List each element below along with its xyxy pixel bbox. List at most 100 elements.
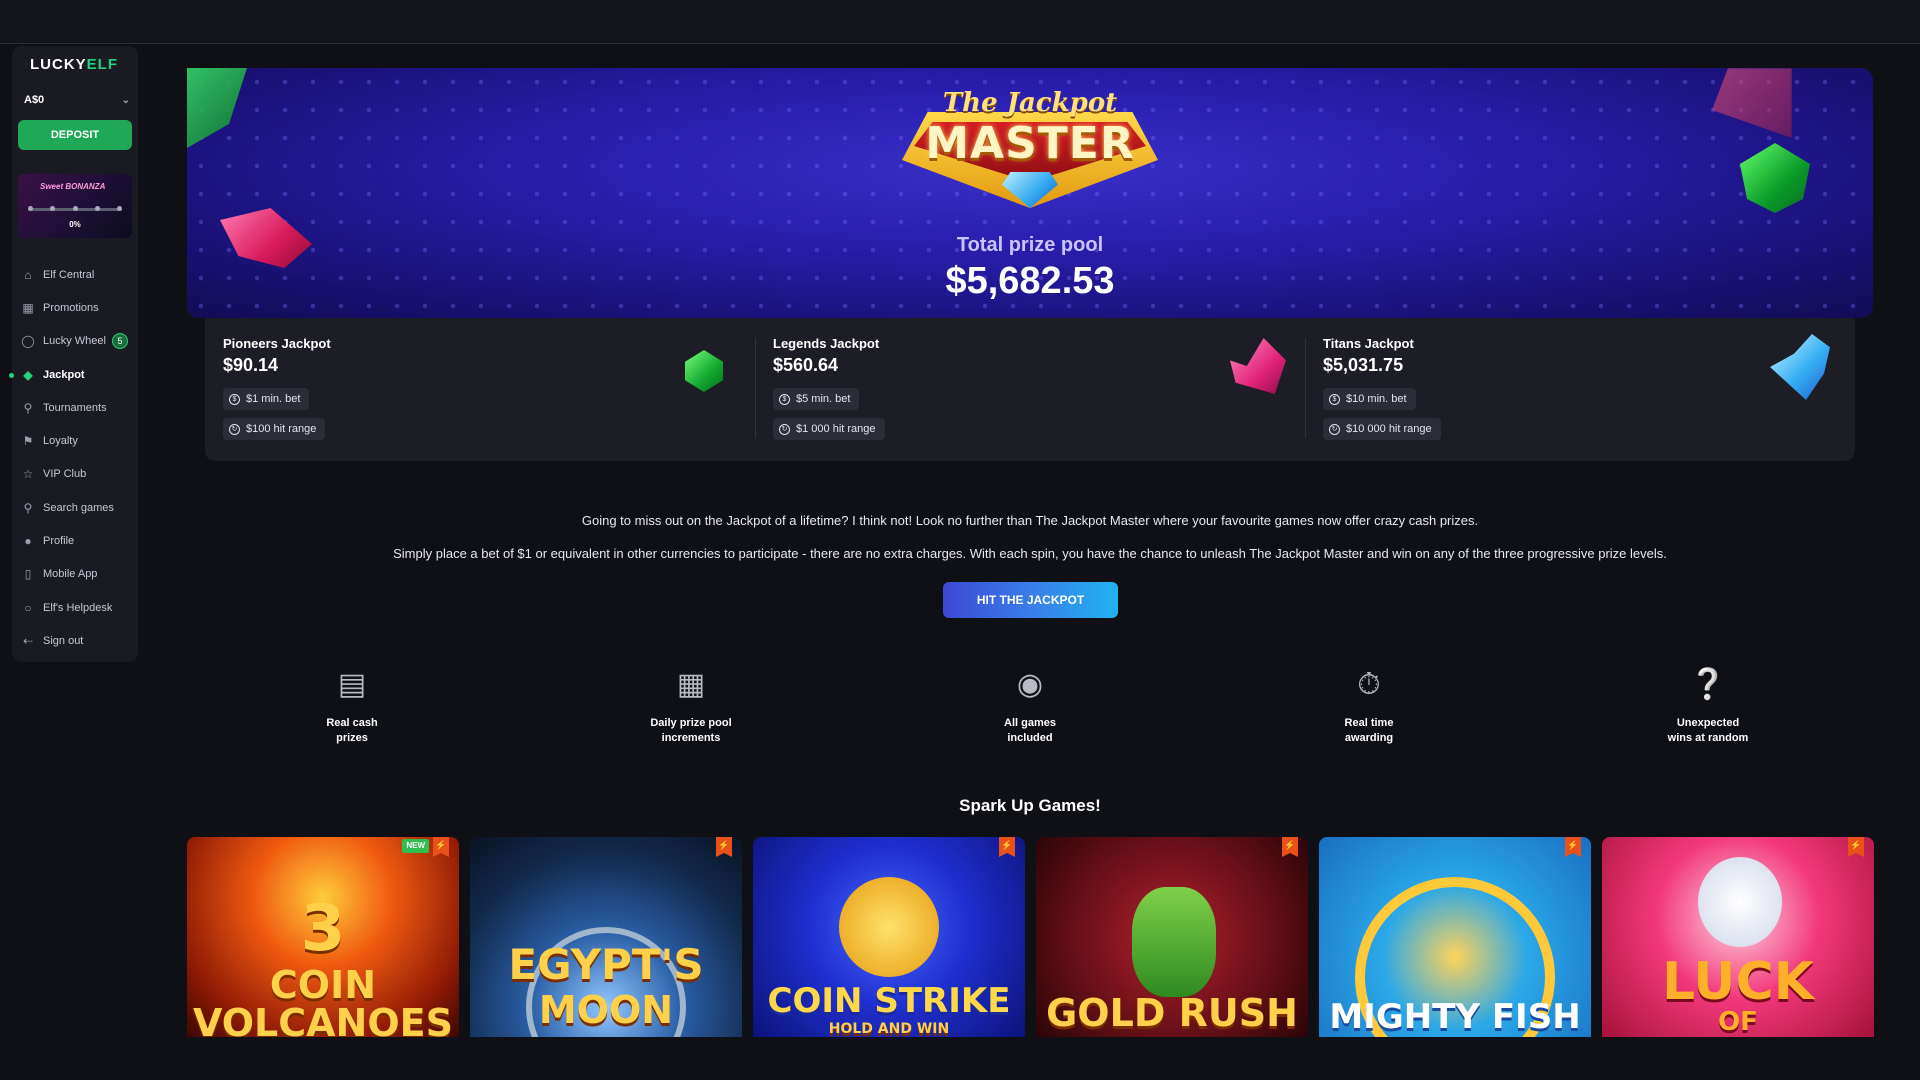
lucky-wheel-badge: 5 (111, 333, 128, 350)
sidebar-item-label: Elf Central (43, 268, 95, 281)
wheel-icon: ◯ (21, 334, 35, 349)
sidebar-item-label: Jackpot (43, 368, 85, 381)
coin-icon: $ (229, 393, 240, 405)
tier-name: Titans Jackpot (1323, 336, 1414, 351)
game-title-line: GOLD RUSH (1046, 991, 1298, 1035)
logo-elf: ELF (86, 56, 119, 73)
game-tile-mighty-fish[interactable]: MIGHTY FISH ⚡ (1319, 837, 1591, 1037)
lightning-flag-icon: ⚡ (1565, 837, 1581, 857)
sidebar-item-promotions[interactable]: ▦ Promotions (12, 291, 138, 324)
gift-box-icon: ▦ (676, 668, 706, 701)
sidebar-item-helpdesk[interactable]: ○ Elf's Helpdesk (12, 591, 138, 624)
sidebar-item-elf-central[interactable]: ⌂ Elf Central (12, 258, 138, 291)
balance-value: A$0 (24, 94, 45, 106)
feature-label: All games included (1004, 717, 1056, 744)
jackpot-tiers: Pioneers Jackpot $90.14 $ $1 min. bet ↻ $1… (205, 318, 1855, 461)
hit-range-chip: ↻ $100 hit range (223, 418, 326, 440)
description-line-1: Going to miss out on the Jackpot of a li… (581, 513, 1479, 528)
game-tile-coin-strike[interactable]: COIN STRIKE HOLD AND WIN ⚡ (753, 837, 1025, 1037)
top-bar (0, 0, 1920, 44)
sidebar-item-mobile-app[interactable]: ▯ Mobile App (12, 558, 138, 591)
game-tile-3-coin-volcanoes[interactable]: 3 COIN VOLCANOES NEW ⚡ (187, 837, 459, 1037)
promo-progress-steps (28, 206, 122, 211)
sidebar-item-label: Loyalty (43, 435, 78, 448)
sidebar-item-label: Elf's Helpdesk (43, 601, 113, 614)
tier-name: Legends Jackpot (773, 336, 880, 351)
promo-progress-text: 0% (69, 220, 81, 229)
tier-value: $90.14 (223, 355, 279, 375)
prize-pool-label: Total prize pool (956, 234, 1104, 256)
game-title-line: VOLCANOES (193, 1001, 453, 1037)
feature-real-cash: ▤ Real cash prizes (272, 668, 432, 746)
feature-real-time: ⏱ Real time awarding (1289, 668, 1449, 746)
cactus-character (1132, 887, 1216, 997)
games-section-title: Spark Up Games! (959, 796, 1101, 815)
promo-card[interactable]: Sweet BONANZA 0% (18, 174, 132, 238)
feature-all-games: ◉ All games included (950, 668, 1110, 746)
coin-icon: $ (779, 393, 790, 405)
deposit-button[interactable]: DEPOSIT (18, 120, 132, 150)
sidebar-item-label: Tournaments (43, 401, 107, 414)
sidebar: LUCKYELF A$0 ⌄ DEPOSIT Sweet BONANZA 0% … (9, 46, 138, 662)
sidebar-item-label: Mobile App (43, 568, 98, 581)
feature-daily-increments: ▦ Daily prize pool increments (611, 668, 771, 746)
sidebar-item-search-games[interactable]: ⚲ Search games (12, 491, 138, 524)
mystery-box-icon: ❔ (1689, 668, 1727, 701)
feature-label: Daily prize pool increments (650, 717, 732, 744)
game-subtitle: HOLD AND WIN (828, 1021, 950, 1037)
cash-icon: ▤ (337, 668, 367, 701)
tier-value: $560.64 (773, 355, 839, 375)
logo-word-text: MASTER (925, 118, 1135, 169)
gamepad-icon: ◉ (1016, 668, 1044, 701)
sidebar-item-label: Promotions (43, 301, 99, 314)
game-title-line: COIN STRIKE (767, 981, 1011, 1021)
sidebar-item-label: VIP Club (43, 468, 87, 481)
user-icon: ● (24, 534, 32, 549)
feature-label: Real cash prizes (326, 717, 378, 744)
balance-selector[interactable]: A$0 ⌄ (24, 94, 130, 106)
game-tile-luck-of[interactable]: LUCK OF ⚡ (1602, 837, 1874, 1037)
tier-legends: Legends Jackpot $560.64 $ $5 min. bet ↻ $1… (755, 318, 1305, 461)
chevron-down-icon: ⌄ (121, 94, 130, 106)
sidebar-item-lucky-wheel[interactable]: ◯ Lucky Wheel 5 (12, 325, 138, 358)
sidebar-item-vip-club[interactable]: ☆ VIP Club (12, 458, 138, 491)
sidebar-item-tournaments[interactable]: ⚲ Tournaments (12, 391, 138, 424)
min-bet-chip: $ $5 min. bet (773, 388, 860, 410)
sidebar-item-loyalty[interactable]: ⚑ Loyalty (12, 424, 138, 457)
hit-the-jackpot-button[interactable]: HIT THE JACKPOT (943, 582, 1118, 618)
lightning-flag-icon: ⚡ (1282, 837, 1298, 857)
game-title-line: OF (1718, 1007, 1758, 1037)
active-indicator (9, 372, 14, 378)
game-title-line: MIGHTY FISH (1329, 997, 1581, 1037)
logo-lucky: LUCKY (30, 56, 87, 73)
game-title-line: 3 (300, 892, 346, 966)
game-tile-egypts-moon[interactable]: EGYPT'S MOON ⚡ (470, 837, 742, 1037)
site-logo[interactable]: LUCKYELF (30, 56, 118, 73)
mobile-icon: ▯ (24, 567, 32, 582)
sidebar-item-sign-out[interactable]: ⇠ Sign out (12, 624, 138, 657)
hit-range-chip: ↻ $10 000 hit range (1323, 418, 1441, 440)
clock-icon: ↻ (229, 423, 240, 435)
gift-icon: ▦ (22, 300, 34, 315)
lightning-flag-icon: ⚡ (433, 837, 449, 857)
trophy-icon: ⚲ (23, 400, 33, 415)
star-icon: ☆ (22, 467, 34, 482)
clock-icon: ↻ (779, 423, 790, 435)
lightning-flag-icon: ⚡ (999, 837, 1015, 857)
hit-range-chip: ↻ $1 000 hit range (773, 418, 885, 440)
min-bet-chip: $ $1 min. bet (223, 388, 310, 410)
game-title-line: LUCK (1662, 952, 1814, 1012)
tier-name: Pioneers Jackpot (223, 336, 331, 351)
description-line-2: Simply place a bet of $1 or equivalent i… (393, 546, 1667, 561)
diamond-icon: ◆ (23, 367, 33, 382)
home-icon: ⌂ (24, 267, 32, 282)
game-tile-gold-rush[interactable]: GOLD RUSH ⚡ (1036, 837, 1308, 1037)
sidebar-item-jackpot[interactable]: ◆ Jackpot (9, 358, 138, 391)
lightning-flag-icon: ⚡ (716, 837, 732, 857)
feature-label: Unexpected wins at random (1667, 717, 1749, 744)
sidebar-item-profile[interactable]: ● Profile (12, 524, 138, 557)
tier-pioneers: Pioneers Jackpot $90.14 $ $1 min. bet ↻ $1… (205, 318, 755, 461)
game-title-line: MOON (538, 988, 674, 1032)
sidebar-item-label: Profile (43, 535, 75, 548)
promo-title: Sweet BONANZA (40, 182, 106, 191)
